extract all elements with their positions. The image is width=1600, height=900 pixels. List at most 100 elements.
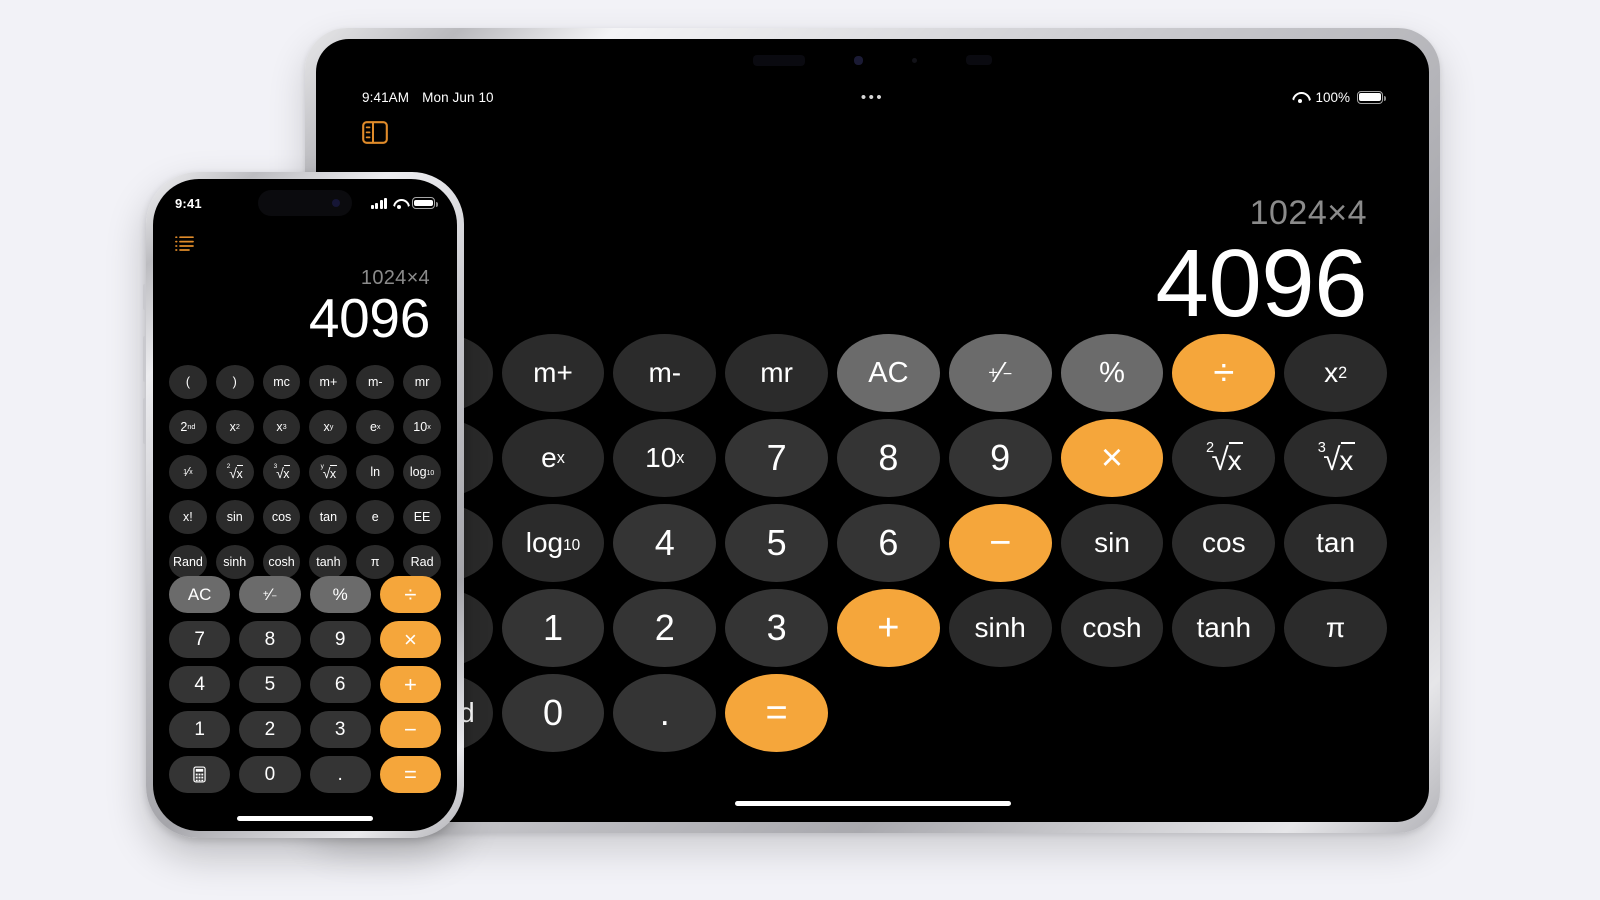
key-sin[interactable]: sin (215, 500, 254, 534)
key-9[interactable]: 9 (948, 419, 1052, 497)
key-π[interactable]: π (1284, 589, 1387, 667)
key-6[interactable]: 6 (837, 504, 940, 582)
key-sinh[interactable]: sinh (215, 545, 254, 579)
key-5[interactable]: 5 (239, 666, 301, 703)
key-x![interactable]: x! (169, 500, 207, 534)
key-cosh[interactable]: cosh (1060, 589, 1164, 667)
key-0[interactable]: 0 (501, 674, 605, 752)
key-ac[interactable]: AC (169, 576, 231, 613)
key-minus[interactable]: − (948, 504, 1052, 582)
key-m-[interactable]: m- (613, 334, 717, 412)
key-=[interactable]: = (725, 674, 828, 752)
key-mr[interactable]: mr (403, 365, 441, 399)
ipad-screen: 9:41AM Mon Jun 10 ••• 100% 1024×4 4096 m… (316, 39, 1429, 822)
key-divide[interactable]: ÷ (379, 576, 441, 613)
key-e[interactable]: e (356, 500, 395, 534)
key-plus-minus[interactable]: + ⁄ − (948, 334, 1052, 412)
key-7[interactable]: 7 (725, 419, 828, 497)
key-)[interactable]: ) (215, 365, 254, 399)
key-2[interactable]: 2nd (169, 410, 207, 444)
key-3[interactable]: 3 (725, 589, 828, 667)
home-indicator[interactable] (734, 800, 1011, 806)
key-log[interactable]: log 10 (403, 455, 441, 489)
key-cos[interactable]: cos (262, 500, 301, 534)
key-mr[interactable]: mr (725, 334, 828, 412)
key-π[interactable]: π (356, 545, 395, 579)
key-%[interactable]: % (309, 576, 371, 613)
key-8[interactable]: 8 (239, 621, 301, 658)
key-9[interactable]: 9 (309, 621, 371, 658)
key-4[interactable]: 4 (613, 504, 717, 582)
iphone-screen: 9:41 1024×4 4096 () mc m+ m- mr 2 nd x … (153, 179, 457, 831)
key-rad[interactable]: Rad (403, 545, 441, 579)
key-%[interactable]: % (1060, 334, 1164, 412)
key-multiply[interactable]: × (1060, 419, 1164, 497)
key-x[interactable]: xy (309, 410, 348, 444)
key-([interactable]: ( (169, 365, 207, 399)
calculator-mode-icon[interactable] (169, 756, 231, 793)
key-x[interactable]: 3 √ x (262, 455, 301, 489)
key-plus-minus[interactable]: + ⁄ − (239, 576, 301, 613)
key-x[interactable]: y√x (309, 455, 348, 489)
key-+[interactable]: + (379, 666, 441, 703)
key-minus[interactable]: − (379, 711, 441, 748)
key-m+[interactable]: m+ (501, 334, 605, 412)
key-x[interactable]: 2 √ x (1172, 419, 1276, 497)
key-sin[interactable]: sin (1060, 504, 1164, 582)
key-[interactable]: 1 ⁄ x (169, 455, 207, 489)
key-1[interactable]: 1 (501, 589, 605, 667)
key-4[interactable]: 4 (169, 666, 231, 703)
key-x[interactable]: x2 (215, 410, 254, 444)
key-x[interactable]: 3 √ x (1284, 419, 1387, 497)
key-+[interactable]: + (837, 589, 940, 667)
history-list-icon[interactable] (175, 235, 194, 251)
wifi-icon (1291, 91, 1308, 104)
key-e[interactable]: ex (501, 419, 605, 497)
key-.[interactable]: . (309, 756, 371, 793)
key-m-[interactable]: m- (356, 365, 395, 399)
history-sidebar-icon[interactable] (362, 121, 388, 144)
ipad-status-time: 9:41AM (362, 89, 410, 105)
key-ac[interactable]: AC (837, 334, 940, 412)
key-divide[interactable]: ÷ (1172, 334, 1276, 412)
key-x[interactable]: x2 (1284, 334, 1387, 412)
key-ln[interactable]: ln (356, 455, 395, 489)
key-m+[interactable]: m+ (309, 365, 348, 399)
key-tanh[interactable]: tanh (309, 545, 348, 579)
key-tan[interactable]: tan (309, 500, 348, 534)
key-mc[interactable]: mc (262, 365, 301, 399)
key-3[interactable]: 3 (309, 711, 371, 748)
key-sinh[interactable]: sinh (948, 589, 1052, 667)
key-0[interactable]: 0 (239, 756, 301, 793)
mute-switch-icon[interactable] (143, 284, 146, 310)
key-x[interactable]: x3 (262, 410, 301, 444)
key-multiply[interactable]: × (379, 621, 441, 658)
key-e[interactable]: ex (356, 410, 395, 444)
key-6[interactable]: 6 (309, 666, 371, 703)
key-.[interactable]: . (613, 674, 717, 752)
key-7[interactable]: 7 (169, 621, 231, 658)
ipad-expression: 1024×4 (1249, 194, 1367, 232)
key-cosh[interactable]: cosh (262, 545, 301, 579)
key-5[interactable]: 5 (725, 504, 828, 582)
key-ee[interactable]: EE (403, 500, 441, 534)
key-x[interactable]: 2 √ x (215, 455, 254, 489)
key-2[interactable]: 2 (613, 589, 717, 667)
home-indicator[interactable] (237, 816, 373, 821)
key-8[interactable]: 8 (837, 419, 940, 497)
key-tan[interactable]: tan (1284, 504, 1387, 582)
key-log[interactable]: log 10 (501, 504, 605, 582)
volume-up-button[interactable] (143, 336, 146, 382)
iphone-status-bar: 9:41 (153, 192, 457, 214)
ipad-keypad: )mcm+m-mrAC+⁄−%÷x2x3xyex10x789×2√x3√xy√x… (316, 334, 1387, 752)
key-10[interactable]: 10 x (613, 419, 717, 497)
key-cos[interactable]: cos (1172, 504, 1276, 582)
key-tanh[interactable]: tanh (1172, 589, 1276, 667)
key-10[interactable]: 10 x (403, 410, 441, 444)
key-rand[interactable]: Rand (169, 545, 207, 579)
volume-down-button[interactable] (143, 398, 146, 444)
key-1[interactable]: 1 (169, 711, 231, 748)
key-=[interactable]: = (379, 756, 441, 793)
multitasking-dots-icon[interactable]: ••• (861, 89, 884, 106)
key-2[interactable]: 2 (239, 711, 301, 748)
